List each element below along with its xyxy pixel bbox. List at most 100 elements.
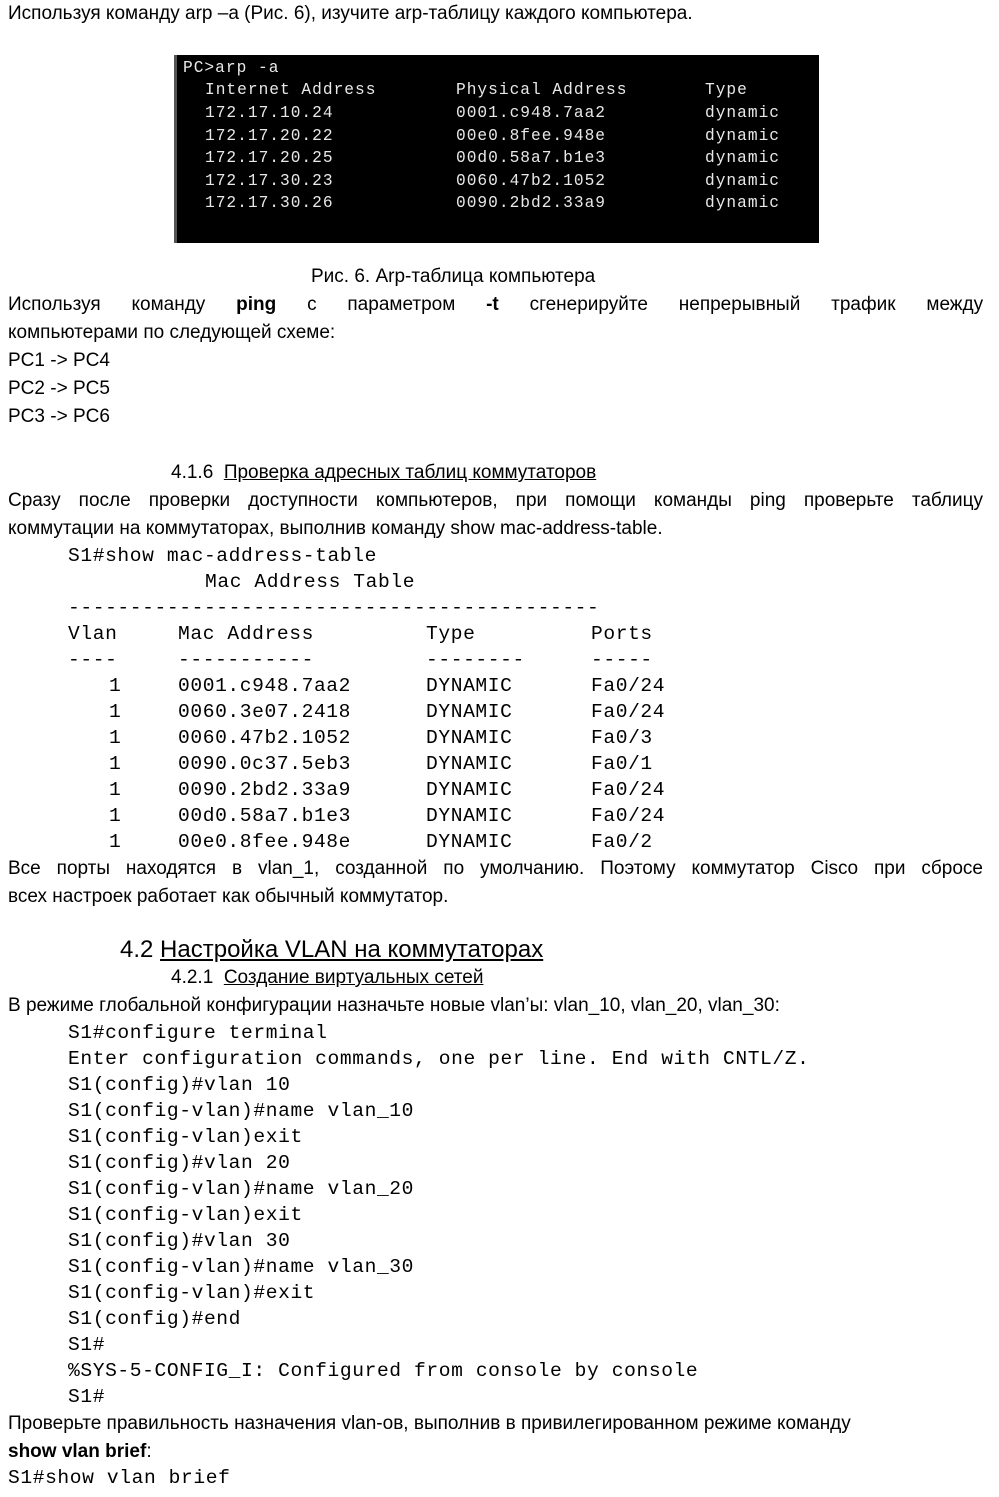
section-heading-4-1-6: 4.1.6 Проверка адресных таблиц коммутато… [171,460,596,486]
show-vlan-brief-command: show vlan brief [8,1441,147,1462]
pair-item: PC2 -> PC5 [8,378,110,399]
mac-header-address: Mac Address [178,623,314,645]
mac-cell: Fa0/24 [591,779,666,801]
mac-cell: Fa0/1 [591,753,653,775]
section-heading-4-2: 4.2 Настройка VLAN на коммутаторах [120,935,543,965]
mac-table-title: Mac Address Table [205,571,416,593]
terminal-cell: 0001.c948.7aa2 [456,104,606,122]
config-line: %SYS-5-CONFIG_I: Configured from console… [68,1360,699,1382]
terminal-prompt: PC>arp -a [183,59,280,77]
mac-cell: 0060.3e07.2418 [178,701,352,723]
ping-param: -t [486,294,499,315]
terminal-cell: 00d0.58a7.b1e3 [456,149,606,167]
mac-cell: Fa0/24 [591,701,666,723]
config-line: S1(config)#vlan 10 [68,1074,291,1096]
config-line: S1# [68,1386,106,1408]
mac-cell: 00d0.58a7.b1e3 [178,805,352,827]
terminal-cell: dynamic [705,127,780,145]
config-line: S1(config-vlan)exit [68,1204,303,1226]
section-number: 4.1.6 [171,462,214,483]
ping-command: ping [236,294,277,315]
terminal-header-mac: Physical Address [456,81,628,99]
mac-cell: DYNAMIC [426,675,513,697]
config-line: S1(config)#vlan 30 [68,1230,291,1252]
config-line: S1(config-vlan)#name vlan_10 [68,1100,415,1122]
terminal-cell: 0090.2bd2.33a9 [456,194,606,212]
mac-cell: DYNAMIC [426,727,513,749]
mac-cell: 1 [109,805,122,827]
terminal-cell: 172.17.30.26 [205,194,334,212]
mac-cell: 00e0.8fee.948e [178,831,352,853]
para-416-line1: Сразу после проверки доступности компьют… [8,490,983,511]
mac-separator: ----------------------------------------… [68,597,600,619]
mac-cell: DYNAMIC [426,701,513,723]
vlan-paragraph-line2: всех настроек работает как обычный комму… [8,886,449,907]
config-line: S1#configure terminal [68,1022,328,1044]
pair-item: PC3 -> PC6 [8,406,110,427]
terminal-cell: 172.17.20.22 [205,127,334,145]
terminal-cell: dynamic [705,194,780,212]
section-number: 4.2.1 [171,967,214,988]
mac-cell: 1 [109,675,122,697]
config-line: Enter configuration commands, one per li… [68,1048,810,1070]
mac-dash: -------- [426,649,525,671]
section-title: Создание виртуальных сетей [223,967,484,988]
mac-header-ports: Ports [591,623,653,645]
figure-caption: Рис. 6. Arp-таблица компьютера [311,266,596,287]
terminal-cell: dynamic [705,104,780,122]
section-heading-4-2-1: 4.2.1 Создание виртуальных сетей [171,965,483,991]
para-416-line2: коммутации на коммутаторах, выполнив ком… [8,518,663,539]
mac-cell: 1 [109,779,122,801]
section-title: Настройка VLAN на коммутаторах [160,936,544,963]
section-title: Проверка адресных таблиц коммутаторов [223,462,597,483]
config-line: S1# [68,1334,106,1356]
section-number: 4.2 [120,936,154,963]
mac-cell: DYNAMIC [426,753,513,775]
mac-cell: DYNAMIC [426,831,513,853]
mac-cell: 0060.47b2.1052 [178,727,352,749]
config-line: S1(config)#end [68,1308,242,1330]
document-page: Используя команду arp –a (Рис. 6), изучи… [0,0,999,1497]
ping-paragraph-line2: компьютерами по следующей схеме: [8,322,336,343]
mac-command: S1#show mac-address-table [68,545,377,567]
terminal-cell: 0060.47b2.1052 [456,172,606,190]
config-line: S1(config-vlan)#name vlan_20 [68,1178,415,1200]
terminal-header-type: Type [705,81,748,99]
mac-cell: 1 [109,727,122,749]
terminal-cell: 00e0.8fee.948e [456,127,606,145]
terminal-cell: 172.17.10.24 [205,104,334,122]
mac-cell: Fa0/24 [591,675,666,697]
vlan-paragraph-line1: Все порты находятся в vlan_1, созданной … [8,858,983,879]
config-line: S1(config-vlan)#name vlan_30 [68,1256,415,1278]
arp-terminal-screenshot: PC>arp -a Internet Address Physical Addr… [174,55,819,243]
pair-item: PC1 -> PC4 [8,350,110,371]
config-line: S1(config-vlan)exit [68,1126,303,1148]
mac-dash: ----- [591,649,653,671]
mac-cell: Fa0/2 [591,831,653,853]
terminal-cell: dynamic [705,149,780,167]
mac-header-vlan: Vlan [68,623,118,645]
mac-cell: 1 [109,753,122,775]
check-paragraph-line1: Проверьте правильность назначения vlan-о… [8,1413,851,1434]
final-command: S1#show vlan brief [8,1467,231,1489]
mac-cell: 0090.2bd2.33a9 [178,779,352,801]
mac-cell: 0090.0c37.5eb3 [178,753,352,775]
mac-cell: Fa0/24 [591,805,666,827]
check-paragraph-line2: show vlan brief: [8,1441,152,1462]
mac-cell: DYNAMIC [426,779,513,801]
ping-paragraph-line1: Используя команду ping с параметром -t с… [8,294,984,315]
mac-cell: 0001.c948.7aa2 [178,675,352,697]
terminal-header-ip: Internet Address [205,81,377,99]
mac-cell: 1 [109,701,122,723]
mac-dash: ----------- [178,649,314,671]
terminal-cell: 172.17.20.25 [205,149,334,167]
mac-dash: ---- [68,649,118,671]
mac-cell: DYNAMIC [426,805,513,827]
terminal-cell: 172.17.30.23 [205,172,334,190]
intro-text: Используя команду arp –a (Рис. 6), изучи… [8,3,693,24]
mac-cell: Fa0/3 [591,727,653,749]
mac-cell: 1 [109,831,122,853]
config-line: S1(config-vlan)#exit [68,1282,316,1304]
terminal-cell: dynamic [705,172,780,190]
global-config-paragraph: В режиме глобальной конфигурации назначь… [8,995,780,1016]
